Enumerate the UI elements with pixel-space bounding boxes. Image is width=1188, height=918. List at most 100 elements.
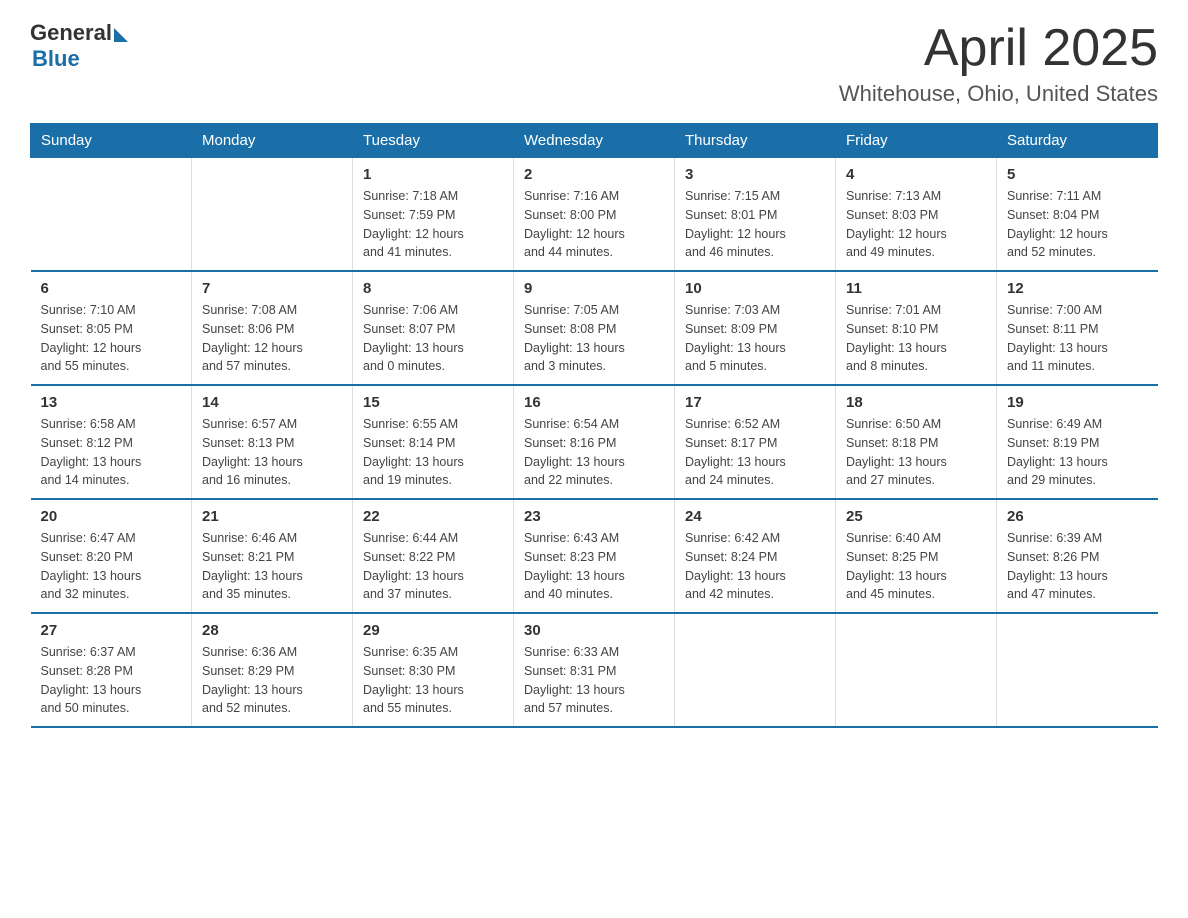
day-number: 30	[524, 622, 664, 639]
calendar-body: 1Sunrise: 7:18 AM Sunset: 7:59 PM Daylig…	[31, 158, 1158, 728]
day-info: Sunrise: 7:10 AM Sunset: 8:05 PM Dayligh…	[41, 301, 182, 376]
day-info: Sunrise: 7:05 AM Sunset: 8:08 PM Dayligh…	[524, 301, 664, 376]
title-block: April 2025 Whitehouse, Ohio, United Stat…	[839, 20, 1158, 107]
calendar-cell: 3 Sunrise: 7:15 AM Sunset: 8:01 PM Daylig…	[675, 158, 836, 272]
day-number: 7	[202, 280, 342, 297]
calendar-cell: 1Sunrise: 7:18 AM Sunset: 7:59 PM Daylig…	[353, 158, 514, 272]
logo-general-text: General	[30, 20, 112, 46]
day-number: 26	[1007, 508, 1148, 525]
day-number: 1	[363, 166, 503, 183]
logo-arrow-icon	[114, 28, 128, 42]
calendar-cell: 17Sunrise: 6:52 AM Sunset: 8:17 PM Dayli…	[675, 385, 836, 499]
header-cell-wednesday: Wednesday	[514, 124, 675, 158]
day-info: Sunrise: 6:47 AM Sunset: 8:20 PM Dayligh…	[41, 529, 182, 604]
day-number: 16	[524, 394, 664, 411]
day-info: Sunrise: 6:52 AM Sunset: 8:17 PM Dayligh…	[685, 415, 825, 490]
calendar-cell: 6 Sunrise: 7:10 AM Sunset: 8:05 PM Daylig…	[31, 271, 192, 385]
calendar-cell: 27Sunrise: 6:37 AM Sunset: 8:28 PM Dayli…	[31, 613, 192, 727]
calendar-cell	[675, 613, 836, 727]
day-number: 29	[363, 622, 503, 639]
day-number: 10	[685, 280, 825, 297]
day-info: Sunrise: 7:08 AM Sunset: 8:06 PM Dayligh…	[202, 301, 342, 376]
calendar-cell: 29 Sunrise: 6:35 AM Sunset: 8:30 PM Dayli…	[353, 613, 514, 727]
day-info: Sunrise: 6:44 AM Sunset: 8:22 PM Dayligh…	[363, 529, 503, 604]
day-number: 5	[1007, 166, 1148, 183]
day-info: Sunrise: 7:01 AM Sunset: 8:10 PM Dayligh…	[846, 301, 986, 376]
calendar-cell: 28 Sunrise: 6:36 AM Sunset: 8:29 PM Dayli…	[192, 613, 353, 727]
calendar-cell: 10 Sunrise: 7:03 AM Sunset: 8:09 PM Dayli…	[675, 271, 836, 385]
calendar-cell: 7 Sunrise: 7:08 AM Sunset: 8:06 PM Daylig…	[192, 271, 353, 385]
calendar-cell: 20 Sunrise: 6:47 AM Sunset: 8:20 PM Dayli…	[31, 499, 192, 613]
calendar-cell	[192, 158, 353, 272]
day-info: Sunrise: 6:57 AM Sunset: 8:13 PM Dayligh…	[202, 415, 342, 490]
calendar-cell: 5Sunrise: 7:11 AM Sunset: 8:04 PM Daylig…	[997, 158, 1158, 272]
calendar-cell: 13 Sunrise: 6:58 AM Sunset: 8:12 PM Dayli…	[31, 385, 192, 499]
day-info: Sunrise: 6:33 AM Sunset: 8:31 PM Dayligh…	[524, 643, 664, 718]
day-number: 15	[363, 394, 503, 411]
header-cell-thursday: Thursday	[675, 124, 836, 158]
calendar-week-row: 6 Sunrise: 7:10 AM Sunset: 8:05 PM Daylig…	[31, 271, 1158, 385]
day-info: Sunrise: 6:39 AM Sunset: 8:26 PM Dayligh…	[1007, 529, 1148, 604]
day-info: Sunrise: 6:54 AM Sunset: 8:16 PM Dayligh…	[524, 415, 664, 490]
day-info: Sunrise: 6:43 AM Sunset: 8:23 PM Dayligh…	[524, 529, 664, 604]
day-info: Sunrise: 7:00 AM Sunset: 8:11 PM Dayligh…	[1007, 301, 1148, 376]
day-number: 12	[1007, 280, 1148, 297]
day-number: 24	[685, 508, 825, 525]
day-number: 2	[524, 166, 664, 183]
day-number: 11	[846, 280, 986, 297]
page-header: General Blue April 2025 Whitehouse, Ohio…	[30, 20, 1158, 107]
day-info: Sunrise: 6:49 AM Sunset: 8:19 PM Dayligh…	[1007, 415, 1148, 490]
day-info: Sunrise: 6:42 AM Sunset: 8:24 PM Dayligh…	[685, 529, 825, 604]
day-info: Sunrise: 7:13 AM Sunset: 8:03 PM Dayligh…	[846, 187, 986, 262]
day-info: Sunrise: 6:55 AM Sunset: 8:14 PM Dayligh…	[363, 415, 503, 490]
day-info: Sunrise: 6:58 AM Sunset: 8:12 PM Dayligh…	[41, 415, 182, 490]
calendar-cell: 25 Sunrise: 6:40 AM Sunset: 8:25 PM Dayli…	[836, 499, 997, 613]
header-cell-saturday: Saturday	[997, 124, 1158, 158]
calendar-cell: 15 Sunrise: 6:55 AM Sunset: 8:14 PM Dayli…	[353, 385, 514, 499]
calendar-cell: 21Sunrise: 6:46 AM Sunset: 8:21 PM Dayli…	[192, 499, 353, 613]
day-info: Sunrise: 6:36 AM Sunset: 8:29 PM Dayligh…	[202, 643, 342, 718]
calendar-cell: 18 Sunrise: 6:50 AM Sunset: 8:18 PM Dayli…	[836, 385, 997, 499]
calendar-cell: 14 Sunrise: 6:57 AM Sunset: 8:13 PM Dayli…	[192, 385, 353, 499]
day-info: Sunrise: 7:15 AM Sunset: 8:01 PM Dayligh…	[685, 187, 825, 262]
calendar-cell: 23Sunrise: 6:43 AM Sunset: 8:23 PM Dayli…	[514, 499, 675, 613]
header-row: SundayMondayTuesdayWednesdayThursdayFrid…	[31, 124, 1158, 158]
day-info: Sunrise: 6:37 AM Sunset: 8:28 PM Dayligh…	[41, 643, 182, 718]
calendar-cell	[836, 613, 997, 727]
day-number: 8	[363, 280, 503, 297]
day-info: Sunrise: 6:35 AM Sunset: 8:30 PM Dayligh…	[363, 643, 503, 718]
day-number: 4	[846, 166, 986, 183]
day-number: 18	[846, 394, 986, 411]
day-info: Sunrise: 7:03 AM Sunset: 8:09 PM Dayligh…	[685, 301, 825, 376]
calendar-cell: 8Sunrise: 7:06 AM Sunset: 8:07 PM Daylig…	[353, 271, 514, 385]
day-number: 13	[41, 394, 182, 411]
day-number: 28	[202, 622, 342, 639]
logo: General Blue	[30, 20, 128, 72]
calendar-cell: 4 Sunrise: 7:13 AM Sunset: 8:03 PM Daylig…	[836, 158, 997, 272]
header-cell-tuesday: Tuesday	[353, 124, 514, 158]
logo-blue-text: Blue	[32, 46, 80, 72]
calendar-cell: 12 Sunrise: 7:00 AM Sunset: 8:11 PM Dayli…	[997, 271, 1158, 385]
calendar-week-row: 1Sunrise: 7:18 AM Sunset: 7:59 PM Daylig…	[31, 158, 1158, 272]
day-number: 25	[846, 508, 986, 525]
calendar-cell: 26 Sunrise: 6:39 AM Sunset: 8:26 PM Dayli…	[997, 499, 1158, 613]
calendar-cell: 9 Sunrise: 7:05 AM Sunset: 8:08 PM Daylig…	[514, 271, 675, 385]
day-info: Sunrise: 6:46 AM Sunset: 8:21 PM Dayligh…	[202, 529, 342, 604]
calendar-week-row: 27Sunrise: 6:37 AM Sunset: 8:28 PM Dayli…	[31, 613, 1158, 727]
day-number: 14	[202, 394, 342, 411]
day-number: 6	[41, 280, 182, 297]
calendar-title: April 2025	[839, 20, 1158, 77]
day-number: 22	[363, 508, 503, 525]
day-number: 20	[41, 508, 182, 525]
day-info: Sunrise: 6:50 AM Sunset: 8:18 PM Dayligh…	[846, 415, 986, 490]
calendar-cell: 16 Sunrise: 6:54 AM Sunset: 8:16 PM Dayli…	[514, 385, 675, 499]
header-cell-friday: Friday	[836, 124, 997, 158]
day-number: 9	[524, 280, 664, 297]
day-info: Sunrise: 6:40 AM Sunset: 8:25 PM Dayligh…	[846, 529, 986, 604]
day-number: 3	[685, 166, 825, 183]
calendar-cell	[997, 613, 1158, 727]
calendar-week-row: 13 Sunrise: 6:58 AM Sunset: 8:12 PM Dayli…	[31, 385, 1158, 499]
calendar-cell: 2Sunrise: 7:16 AM Sunset: 8:00 PM Daylig…	[514, 158, 675, 272]
calendar-cell: 24 Sunrise: 6:42 AM Sunset: 8:24 PM Dayli…	[675, 499, 836, 613]
calendar-cell: 11 Sunrise: 7:01 AM Sunset: 8:10 PM Dayli…	[836, 271, 997, 385]
